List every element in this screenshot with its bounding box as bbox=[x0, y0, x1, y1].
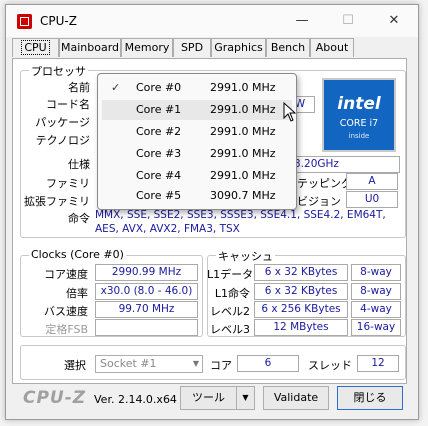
tab-graphics[interactable]: Graphics bbox=[211, 38, 266, 57]
maximize-button[interactable]: ☐ bbox=[325, 5, 371, 37]
cpuz-footer-logo: CPU-Z bbox=[23, 388, 87, 408]
cache-size-value: 12 MBytes bbox=[254, 319, 348, 336]
bus-speed-label: バス速度 bbox=[44, 305, 88, 318]
chevron-down-icon: ▼ bbox=[192, 359, 199, 368]
tab-spd[interactable]: SPD bbox=[173, 38, 211, 57]
tab-mainboard[interactable]: Mainboard bbox=[59, 38, 121, 57]
cache-size-value: 6 x 32 KBytes bbox=[254, 283, 348, 300]
tab-bench[interactable]: Bench bbox=[266, 38, 310, 57]
instructions-label: 命令 bbox=[68, 212, 90, 225]
technology-label: テクノロジ bbox=[35, 134, 90, 147]
tab-about[interactable]: About bbox=[310, 38, 354, 57]
core-speed-label: コア速度 bbox=[44, 268, 88, 281]
multiplier-value: x30.0 (8.0 - 46.0) bbox=[95, 283, 198, 300]
bus-speed-value: 99.70 MHz bbox=[95, 301, 198, 318]
validate-button[interactable]: Validate bbox=[263, 386, 329, 410]
cache-size-value: 6 x 256 KBytes bbox=[254, 301, 348, 318]
selection-label: 選択 bbox=[64, 359, 86, 372]
tab-cpu[interactable]: CPU bbox=[12, 38, 59, 57]
cache-row-label: レベル3 bbox=[210, 323, 250, 336]
check-icon: ✓ bbox=[111, 81, 121, 94]
cpuz-app-icon bbox=[17, 14, 32, 29]
rated-fsb-label: 定格FSB bbox=[45, 323, 88, 336]
close-button[interactable]: 閉じる bbox=[337, 386, 403, 410]
stepping-value: A bbox=[346, 173, 398, 190]
tools-button[interactable]: ツール bbox=[180, 386, 237, 410]
core-option-2[interactable]: Core #2 2991.0 MHz bbox=[102, 122, 292, 142]
core-select-dropdown[interactable]: ✓ Core #0 2991.0 MHz Core #1 2991.0 MHz … bbox=[97, 73, 297, 210]
core-option-3[interactable]: Core #3 2991.0 MHz bbox=[102, 144, 292, 164]
cache-row-label: L1命令 bbox=[214, 287, 250, 300]
name-label: 名前 bbox=[68, 81, 90, 94]
core-option-4[interactable]: Core #4 2991.0 MHz bbox=[102, 166, 292, 186]
core-line: CORE i7 bbox=[339, 118, 379, 129]
intel-core-i7-logo: intel CORE i7 inside bbox=[322, 78, 396, 152]
specification-label: 仕様 bbox=[68, 158, 90, 171]
core-speed-value: 2990.99 MHz bbox=[95, 264, 198, 281]
threads-value: 12 bbox=[357, 355, 399, 372]
threads-label: スレッド bbox=[308, 359, 352, 372]
rated-fsb-value bbox=[95, 319, 198, 336]
socket-select[interactable]: Socket #1 ▼ bbox=[95, 355, 203, 373]
core-option-5[interactable]: Core #5 3090.7 MHz bbox=[102, 186, 292, 206]
ext-family-label: 拡張ファミリ bbox=[24, 195, 90, 208]
specification-value: 3.20GHz bbox=[292, 156, 400, 173]
cache-row-label: L1データ bbox=[207, 268, 254, 281]
cache-row-label: レベル2 bbox=[210, 305, 250, 318]
mouse-cursor-icon bbox=[283, 102, 297, 122]
core-option-1[interactable]: Core #1 2991.0 MHz bbox=[102, 100, 292, 120]
cores-label: コア bbox=[210, 359, 232, 372]
inside-text: inside bbox=[348, 132, 370, 140]
cache-way-value: 16-way bbox=[351, 319, 401, 336]
core-option-0[interactable]: ✓ Core #0 2991.0 MHz bbox=[102, 78, 292, 98]
version-label: Ver. 2.14.0.x64 bbox=[94, 393, 177, 406]
processor-group-label: プロセッサ bbox=[29, 63, 88, 79]
cache-way-value: 8-way bbox=[351, 264, 401, 281]
title-bar: CPU-Z — ☐ ✕ bbox=[6, 5, 418, 37]
cache-way-value: 4-way bbox=[351, 301, 401, 318]
tab-memory[interactable]: Memory bbox=[121, 38, 173, 57]
window-title: CPU-Z bbox=[40, 14, 77, 28]
revision-value: U0 bbox=[346, 191, 398, 208]
cache-size-value: 6 x 32 KBytes bbox=[254, 264, 348, 281]
multiplier-label: 倍率 bbox=[66, 287, 88, 300]
instructions-value: MMX, SSE, SSE2, SSE3, SSSE3, SSE4.1, SSE… bbox=[95, 209, 386, 235]
cache-way-value: 8-way bbox=[351, 283, 401, 300]
intel-brand: intel bbox=[337, 94, 381, 114]
cache-group-label: キャッシュ bbox=[216, 248, 275, 264]
tools-dropdown-arrow-icon[interactable]: ▼ bbox=[236, 386, 255, 410]
clocks-group-label: Clocks (Core #0) bbox=[29, 248, 126, 261]
socket-select-value: Socket #1 bbox=[100, 357, 157, 370]
package-label: パッケージ bbox=[35, 116, 90, 129]
cores-value: 6 bbox=[237, 355, 299, 372]
codename-label: コード名 bbox=[46, 98, 90, 111]
minimize-button[interactable]: — bbox=[279, 5, 325, 37]
close-window-button[interactable]: ✕ bbox=[371, 5, 417, 37]
family-label: ファミリ bbox=[46, 177, 90, 190]
